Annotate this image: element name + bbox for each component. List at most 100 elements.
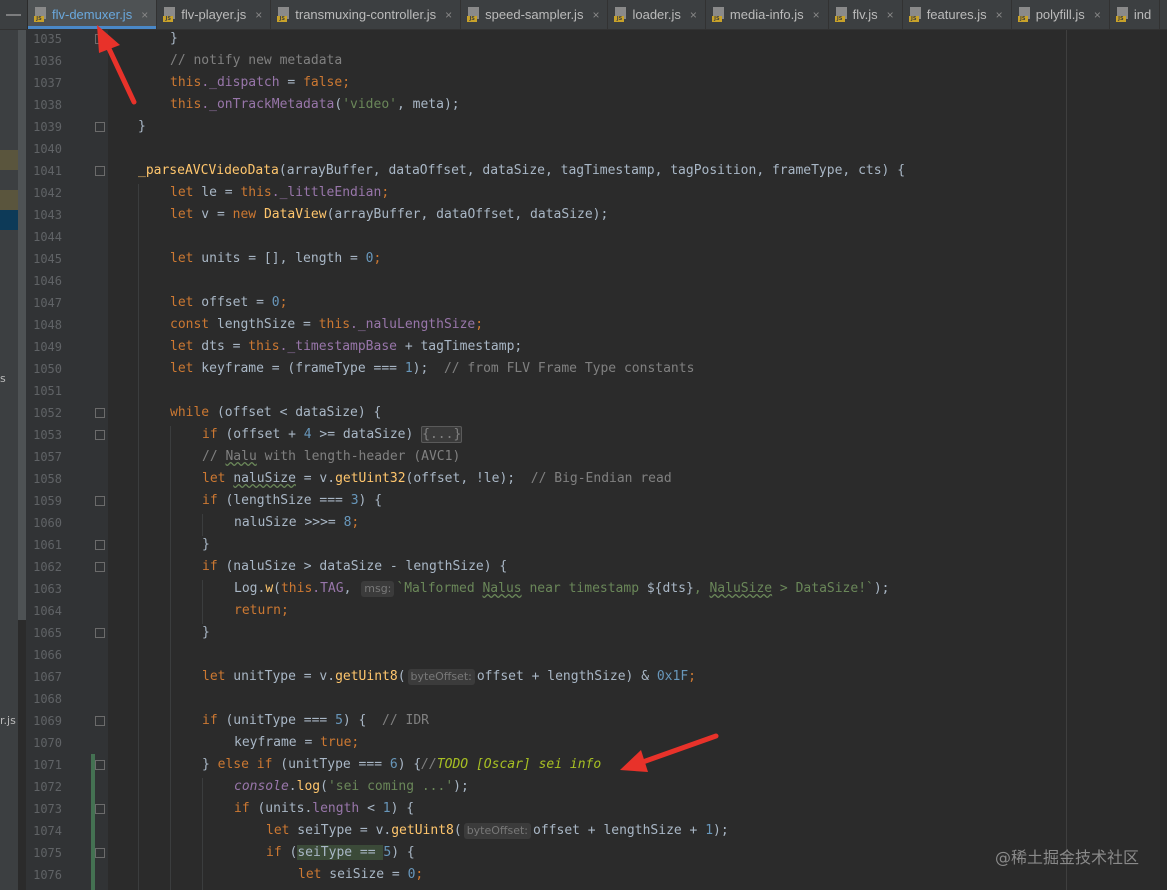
tab-flv[interactable]: JS flv.js × (829, 0, 903, 29)
line-number: 1068 (33, 692, 62, 706)
tab-index-truncated[interactable]: JS ind (1110, 0, 1161, 29)
panel-scrollbar[interactable] (18, 30, 26, 620)
folded-code-placeholder[interactable]: {...} (421, 426, 463, 443)
code-line-1047[interactable]: let offset = 0; (106, 292, 287, 314)
code-line-1053[interactable]: if (offset + 4 >= dataSize) {...} (106, 424, 463, 446)
code-line-1060[interactable]: naluSize >>>= 8; (106, 512, 359, 534)
code-line-1049[interactable]: let dts = this._timestampBase + tagTimes… (106, 336, 522, 358)
line-number: 1060 (33, 516, 62, 530)
fold-marker-icon[interactable] (95, 166, 105, 176)
code-line-1045[interactable]: let units = [], length = 0; (106, 248, 381, 270)
project-panel-edge[interactable]: s r.js (0, 30, 18, 890)
code-line-1036[interactable]: // notify new metadata (106, 50, 342, 72)
code-line-1071[interactable]: } else if (unitType === 6) {//TODO [Osca… (106, 754, 601, 776)
fold-marker-icon[interactable] (95, 716, 105, 726)
parameter-hint: byteOffset: (407, 669, 475, 685)
code-line-1075[interactable]: if (seiType == 5) { (106, 842, 415, 864)
code-line-1059[interactable]: if (lengthSize === 3) { (106, 490, 382, 512)
line-number: 1044 (33, 230, 62, 244)
line-number: 1076 (33, 868, 62, 882)
code-line-1065[interactable]: } (106, 622, 210, 644)
fold-marker-icon[interactable] (95, 122, 105, 132)
fold-marker-icon[interactable] (95, 408, 105, 418)
code-line-1057[interactable]: // Nalu with length-header (AVC1) (106, 446, 460, 468)
fold-marker-icon[interactable] (95, 804, 105, 814)
tab-features[interactable]: JS features.js × (903, 0, 1012, 29)
code-line-1037[interactable]: this._dispatch = false; (106, 72, 350, 94)
code-line-1062[interactable]: if (naluSize > dataSize - lengthSize) { (106, 556, 507, 578)
right-margin-guide (1066, 30, 1067, 890)
close-tab-icon[interactable]: × (996, 8, 1003, 22)
panel-text-fragment: r.js (0, 714, 16, 727)
code-line-1070[interactable]: keyframe = true; (106, 732, 359, 754)
code-line-1074[interactable]: let seiType = v.getUint8(byteOffset: offs… (106, 820, 729, 842)
tab-label: flv.js (852, 7, 878, 22)
code-line-1038[interactable]: this._onTrackMetadata('video', meta); (106, 94, 460, 116)
code-line-1035[interactable]: } (106, 28, 178, 50)
fold-marker-icon[interactable] (95, 34, 105, 44)
close-tab-icon[interactable]: × (1094, 8, 1101, 22)
close-tab-icon[interactable]: × (592, 8, 599, 22)
line-number: 1075 (33, 846, 62, 860)
close-tab-icon[interactable]: × (255, 8, 262, 22)
collapse-tabs-icon[interactable]: — (0, 0, 28, 29)
code-line-1058[interactable]: let naluSize = v.getUint32(offset, !le);… (106, 468, 672, 490)
line-number: 1048 (33, 318, 62, 332)
close-tab-icon[interactable]: × (141, 8, 148, 22)
code-line-1073[interactable]: if (units.length < 1) { (106, 798, 414, 820)
highlighted-expression: seiType == (297, 845, 384, 860)
code-line-1061[interactable]: } (106, 534, 210, 556)
tab-label: media-info.js (729, 7, 804, 22)
line-number: 1067 (33, 670, 62, 684)
tab-speed-sampler[interactable]: JS speed-sampler.js × (461, 0, 609, 29)
close-tab-icon[interactable]: × (813, 8, 820, 22)
js-file-icon: JS (277, 7, 290, 22)
code-line-1039[interactable]: } (106, 116, 146, 138)
code-line-1048[interactable]: const lengthSize = this._naluLengthSize; (106, 314, 483, 336)
code-line-1043[interactable]: let v = new DataView(arrayBuffer, dataOf… (106, 204, 608, 226)
code-line-1063[interactable]: Log.w(this.TAG, msg: `Malformed Nalus nea… (106, 578, 890, 600)
line-number: 1071 (33, 758, 62, 772)
code-line-1041[interactable]: _parseAVCVideoData(arrayBuffer, dataOffs… (106, 160, 905, 182)
close-tab-icon[interactable]: × (887, 8, 894, 22)
line-number: 1073 (33, 802, 62, 816)
line-number: 1072 (33, 780, 62, 794)
line-number: 1035 (33, 32, 62, 46)
line-number: 1069 (33, 714, 62, 728)
line-number: 1043 (33, 208, 62, 222)
code-line-1050[interactable]: let keyframe = (frameType === 1); // fro… (106, 358, 694, 380)
code-line-1072[interactable]: console.log('sei coming ...'); (106, 776, 469, 798)
fold-marker-icon[interactable] (95, 496, 105, 506)
code-line-1076[interactable]: let seiSize = 0; (106, 864, 423, 886)
close-tab-icon[interactable]: × (690, 8, 697, 22)
line-number: 1046 (33, 274, 62, 288)
tab-transmuxing-controller[interactable]: JS transmuxing-controller.js × (271, 0, 462, 29)
code-line-1042[interactable]: let le = this._littleEndian; (106, 182, 389, 204)
tab-media-info[interactable]: JS media-info.js × (706, 0, 829, 29)
js-file-icon: JS (908, 7, 922, 22)
tab-polyfill[interactable]: JS polyfill.js × (1012, 0, 1110, 29)
line-number: 1070 (33, 736, 62, 750)
fold-marker-icon[interactable] (95, 760, 105, 770)
code-line-1064[interactable]: return; (106, 600, 289, 622)
fold-marker-icon[interactable] (95, 628, 105, 638)
vcs-change-marker[interactable] (91, 754, 95, 890)
js-file-icon: JS (614, 7, 627, 22)
code-line-1052[interactable]: while (offset < dataSize) { (106, 402, 381, 424)
fold-marker-icon[interactable] (95, 562, 105, 572)
fold-marker-icon[interactable] (95, 848, 105, 858)
line-number: 1053 (33, 428, 62, 442)
line-number: 1039 (33, 120, 62, 134)
tab-loader[interactable]: JS loader.js × (608, 0, 706, 29)
code-line-1067[interactable]: let unitType = v.getUint8(byteOffset: off… (106, 666, 696, 688)
close-tab-icon[interactable]: × (445, 8, 452, 22)
line-number: 1049 (33, 340, 62, 354)
fold-marker-icon[interactable] (95, 540, 105, 550)
line-number: 1061 (33, 538, 62, 552)
fold-marker-icon[interactable] (95, 430, 105, 440)
tab-flv-player[interactable]: JS flv-player.js × (157, 0, 272, 29)
code-line-1069[interactable]: if (unitType === 5) { // IDR (106, 710, 429, 732)
tab-flv-demuxer[interactable]: JS flv-demuxer.js × (28, 0, 158, 29)
line-number: 1062 (33, 560, 62, 574)
js-file-icon: JS (834, 7, 848, 22)
